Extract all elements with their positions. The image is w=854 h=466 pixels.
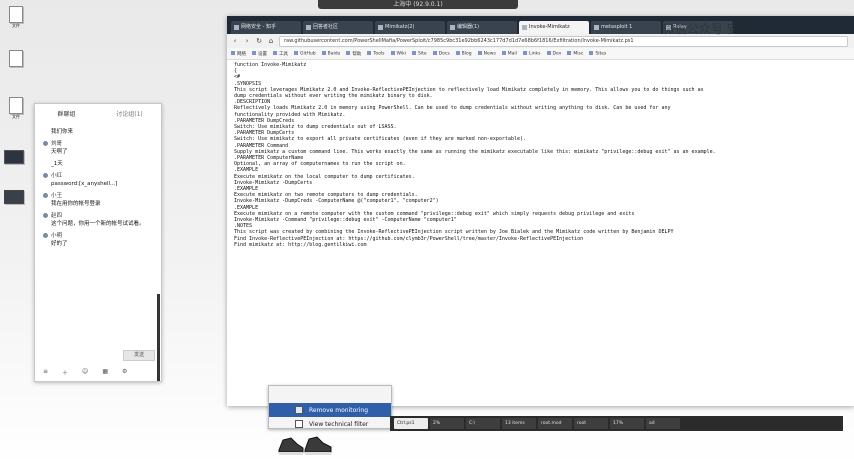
terminal-icon <box>4 190 24 204</box>
bookmark[interactable]: 工具 <box>273 51 288 57</box>
remote-session-title: 上海中 (92.9.0.1) <box>393 1 443 8</box>
bookmark[interactable]: Wiki <box>391 51 406 56</box>
chat-message: 小红 password:[x_anyshell...] <box>35 170 161 190</box>
monitor-icon <box>4 150 24 164</box>
back-icon[interactable]: ‹ <box>231 37 239 45</box>
chat-message: _1天 <box>51 161 63 167</box>
desktop-icon-remote[interactable] <box>2 150 26 176</box>
popup-item-remove-monitoring[interactable]: Remove monitoring <box>269 403 391 417</box>
browser-tab[interactable]: Mimikatz(2) <box>375 21 445 34</box>
chat-tab-discussion[interactable]: 讨论组(1) <box>98 104 161 126</box>
page-text-line: Find mimikatz at: http://blog.gentilkiwi… <box>234 241 367 248</box>
apps-icon[interactable]: ▦ <box>102 368 108 377</box>
bookmark[interactable]: Links <box>523 51 541 56</box>
send-button[interactable]: 发送 <box>123 350 155 361</box>
desktop-icon-file-3[interactable]: 文件 <box>4 97 28 123</box>
file-icon <box>9 50 23 67</box>
browser-tab[interactable]: 编辑器(1) <box>447 21 517 34</box>
bookmark[interactable]: Misc <box>567 51 583 56</box>
forward-icon[interactable]: › <box>243 37 251 45</box>
reload-icon[interactable]: ↻ <box>255 37 263 45</box>
taskbar-item[interactable]: Ctrl.ps1 <box>394 418 428 429</box>
taskbar: Ctrl.ps1 2% C:\ 13 items root.mod root 1… <box>390 416 843 431</box>
people-icon[interactable]: ☺ <box>82 368 88 377</box>
bookmark[interactable]: GitHub <box>294 51 316 56</box>
desktop-icon-document[interactable]: 文件 <box>4 6 28 32</box>
chat-window: 群聊组 讨论组(1) 我们你来 刘哥 天啊了 _1天 小红 password:[… <box>34 103 162 382</box>
bookmark[interactable]: Tools <box>367 51 384 56</box>
taskbar-item[interactable]: root <box>574 418 608 429</box>
browser-navbar: ‹ › ↻ ⌂ raw.githubusercontent.com/PowerS… <box>227 34 854 48</box>
watermark: 微信公众号 安全 <box>663 22 751 36</box>
bookmark[interactable]: 帮助 <box>346 51 361 57</box>
menu-icon[interactable]: ≡ <box>43 368 48 377</box>
taskbar-item[interactable]: 17% <box>610 418 644 429</box>
browser-tab[interactable]: 回答者社区 <box>303 21 373 34</box>
file-icon <box>9 6 23 23</box>
bookmark[interactable]: Docs <box>433 51 450 56</box>
browser-tabbar: 网络安全 - 知乎 回答者社区 Mimikatz(2) 编辑器(1) Invok… <box>227 16 854 34</box>
bookmark[interactable]: Mail <box>502 51 517 56</box>
file-icon <box>9 97 23 114</box>
browser-window: 网络安全 - 知乎 回答者社区 Mimikatz(2) 编辑器(1) Invok… <box>227 16 854 406</box>
chat-message: 我们你来 <box>51 129 74 135</box>
popup-item-view-filter[interactable]: View technical filter <box>269 417 391 431</box>
chat-message: 小明 好的了 <box>35 230 161 250</box>
page-source-text: function Invoke-Mimikatz{<# .SYNOPSIS This… <box>227 60 854 406</box>
checkbox-icon <box>295 420 303 428</box>
bookmark[interactable]: Blog <box>456 51 472 56</box>
popup-spacer <box>269 389 391 403</box>
browser-tab[interactable]: metasploit 1 <box>591 21 661 34</box>
bookmark[interactable]: Dev <box>547 51 562 56</box>
taskbar-item[interactable]: C:\ <box>466 418 500 429</box>
chat-tabs: 群聊组 讨论组(1) <box>35 104 161 126</box>
context-popup: Remove monitoring View technical filter <box>268 385 392 429</box>
sneakers-image <box>278 436 332 455</box>
chat-tab-group[interactable]: 群聊组 <box>35 104 98 126</box>
home-icon[interactable]: ⌂ <box>267 37 275 45</box>
taskbar-item[interactable]: 2% <box>430 418 464 429</box>
address-bar[interactable]: raw.githubusercontent.com/PowerShellMafi… <box>279 35 848 47</box>
desktop-icon-terminal[interactable] <box>2 190 26 216</box>
settings-icon[interactable]: ⚙ <box>122 368 127 377</box>
add-icon[interactable]: ＋ <box>62 368 68 377</box>
browser-tab-active[interactable]: Invoke-Mimikatz <box>519 21 589 34</box>
taskbar-item[interactable]: root.mod <box>538 418 572 429</box>
remote-session-bar[interactable]: 上海中 (92.9.0.1) <box>318 0 518 9</box>
bookmarks-bar: 网络 设置 工具 GitHub Baidu 帮助 Tools Wiki Site… <box>227 48 854 60</box>
bookmark[interactable]: News <box>478 51 496 56</box>
chat-footer-icons: ≡ ＋ ☺ ▦ ⚙ <box>43 368 127 377</box>
checkbox-icon <box>295 406 303 414</box>
chat-scrollbar[interactable] <box>157 294 160 381</box>
chat-message: 刘哥 天啊了 <box>35 138 161 158</box>
bookmark[interactable]: 设置 <box>252 51 267 57</box>
taskbar-item[interactable]: ad <box>646 418 680 429</box>
chat-message: 赵四 这个问题，你用一个新的帐号试试看。 <box>35 210 161 230</box>
browser-tab[interactable]: 网络安全 - 知乎 <box>231 21 301 34</box>
bookmark[interactable]: Sites <box>589 51 606 56</box>
desktop-icon-file-2[interactable] <box>4 50 28 76</box>
chat-message: 小王 我在用你的帐号登录 <box>35 190 161 210</box>
bookmark[interactable]: Baidu <box>322 51 341 56</box>
bookmark[interactable]: Site <box>412 51 427 56</box>
taskbar-item[interactable]: 13 items <box>502 418 536 429</box>
bookmark[interactable]: 网络 <box>231 51 246 57</box>
